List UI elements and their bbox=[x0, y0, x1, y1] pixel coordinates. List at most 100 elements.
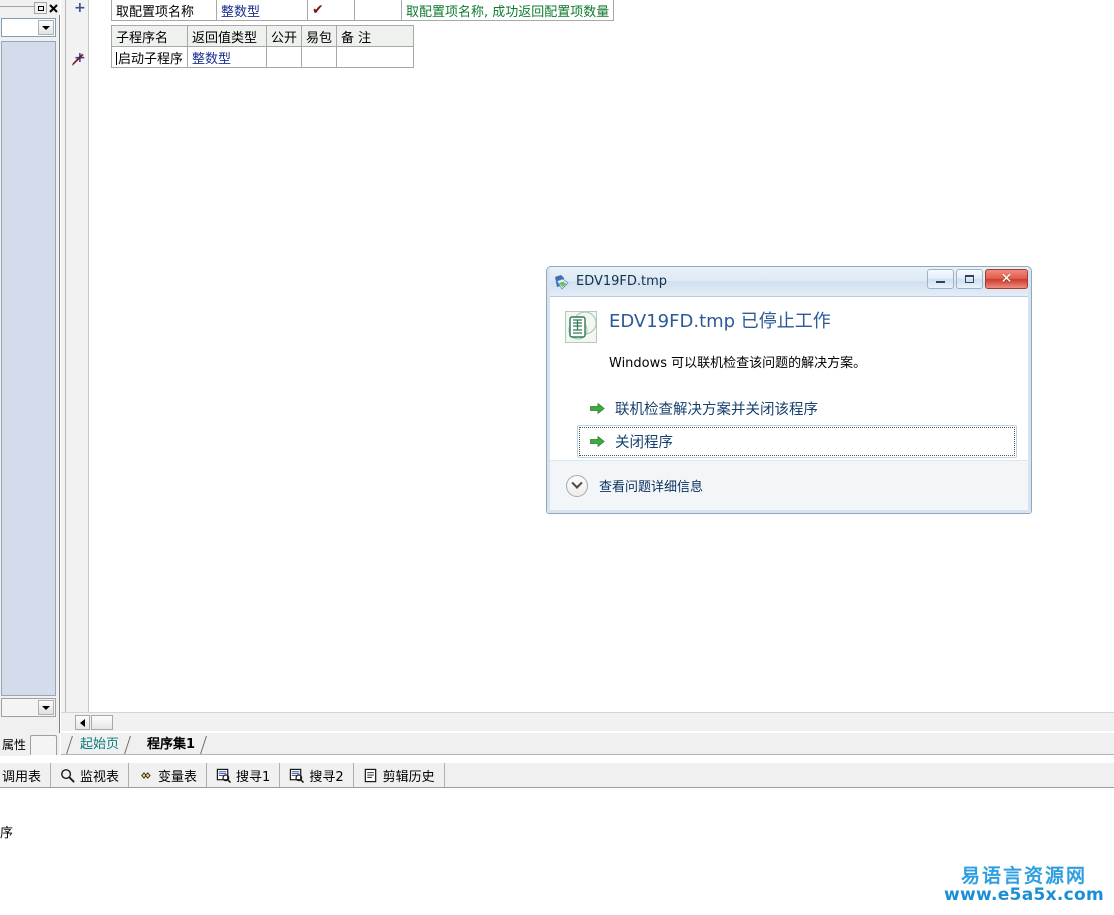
cell-subroutine-package[interactable] bbox=[301, 46, 338, 68]
text-caret bbox=[116, 51, 117, 65]
tool-watch-table[interactable]: 监视表 bbox=[51, 763, 130, 787]
green-arrow-icon bbox=[590, 436, 605, 447]
interface-definition-table[interactable]: 取配置项名称 整数型 ✔ 取配置项名称, 成功返回配置项数量 bbox=[111, 0, 615, 21]
tool-search-2[interactable]: 搜寻2 bbox=[280, 763, 354, 787]
scroll-left-button[interactable] bbox=[75, 715, 90, 730]
watermark-chinese: 易语言资源网 bbox=[961, 865, 1088, 888]
cell-subroutine-return-type[interactable]: 整数型 bbox=[187, 46, 268, 68]
panel-close-button[interactable] bbox=[47, 2, 60, 14]
property-grid[interactable] bbox=[1, 41, 56, 696]
tab-start-page[interactable]: 起始页 bbox=[66, 735, 131, 754]
header-comment: 备 注 bbox=[336, 25, 415, 47]
chevron-down-icon[interactable] bbox=[38, 20, 54, 35]
header-return-type: 返回值类型 bbox=[187, 25, 268, 47]
maximize-icon bbox=[965, 275, 974, 283]
table-header-row: 子程序名 返回值类型 公开 易包 备 注 bbox=[110, 25, 415, 47]
gutter-divider bbox=[65, 0, 66, 712]
table-row[interactable]: 启动子程序 整数型 bbox=[110, 46, 415, 68]
tab-program-set-1-label: 程序集1 bbox=[147, 737, 196, 752]
green-arrow-icon bbox=[590, 403, 605, 414]
bottom-tool-strip: 调用表 监视表 变量表 搜寻1 搜寻2 剪辑历史 bbox=[0, 762, 1114, 788]
property-object-selector[interactable] bbox=[1, 18, 56, 37]
minimize-icon bbox=[936, 281, 945, 283]
crash-dialog-body: EDV19FD.tmp 已停止工作 Windows 可以联机检查该问题的解决方案… bbox=[547, 297, 1031, 459]
maximize-button[interactable] bbox=[956, 269, 983, 289]
cell-subroutine-public[interactable] bbox=[266, 46, 303, 68]
action-close-program-label: 关闭程序 bbox=[615, 435, 673, 451]
tab-right-edge bbox=[200, 736, 207, 754]
close-button[interactable]: ✕ bbox=[985, 269, 1028, 289]
crash-actions: 联机检查解决方案并关闭该程序 关闭程序 bbox=[577, 392, 1017, 458]
close-icon bbox=[49, 3, 58, 13]
tool-variable-table[interactable]: 变量表 bbox=[129, 763, 208, 787]
action-close-program[interactable]: 关闭程序 bbox=[577, 425, 1017, 458]
properties-panel bbox=[0, 0, 60, 733]
watermark: 易语言资源网 www.e5a5x.com bbox=[944, 865, 1104, 906]
properties-tabstrip: 属性 bbox=[0, 733, 60, 756]
tab-program-set-1[interactable]: 程序集1 bbox=[135, 735, 207, 754]
table-row[interactable]: 取配置项名称 整数型 ✔ 取配置项名称, 成功返回配置项数量 bbox=[111, 0, 615, 21]
crash-dialog-titlebar[interactable]: EDV19FD.tmp ✕ bbox=[547, 267, 1031, 297]
magnifier-icon bbox=[61, 768, 75, 783]
tool-watch-table-label: 监视表 bbox=[80, 769, 120, 785]
header-subroutine-name: 子程序名 bbox=[110, 25, 189, 47]
header-package: 易包 bbox=[301, 25, 338, 47]
output-text: 序 bbox=[0, 826, 14, 841]
horizontal-scrollbar[interactable] bbox=[61, 712, 1114, 731]
code-gutter: + + bbox=[61, 0, 89, 712]
tool-call-table[interactable]: 调用表 bbox=[0, 763, 52, 787]
search-window-icon bbox=[290, 768, 305, 783]
crash-dialog-footer[interactable]: 查看问题详细信息 bbox=[550, 460, 1028, 510]
tool-search-1[interactable]: 搜寻1 bbox=[207, 763, 281, 787]
crash-headline: EDV19FD.tmp 已停止工作 bbox=[609, 311, 831, 332]
sidebar-tab-blank[interactable] bbox=[30, 735, 57, 755]
cell-command-name[interactable]: 取配置项名称 bbox=[111, 0, 217, 21]
sidebar-tab-properties[interactable]: 属性 bbox=[0, 735, 30, 756]
tab-right-edge bbox=[124, 736, 131, 754]
tab-start-page-label: 起始页 bbox=[80, 737, 120, 752]
pencil-edit-icon bbox=[72, 53, 84, 66]
header-public: 公开 bbox=[266, 25, 303, 47]
cell-comment[interactable]: 取配置项名称, 成功返回配置项数量 bbox=[400, 0, 615, 21]
window-controls: ✕ bbox=[927, 269, 1028, 289]
cell-subroutine-name-text: 启动子程序 bbox=[118, 51, 184, 67]
subroutine-table[interactable]: 子程序名 返回值类型 公开 易包 备 注 启动子程序 整数型 bbox=[110, 25, 415, 68]
tab-left-edge bbox=[66, 736, 73, 754]
crash-subtext: Windows 可以联机检查该问题的解决方案。 bbox=[609, 356, 867, 371]
diamonds-icon bbox=[141, 771, 151, 779]
cell-public-check[interactable]: ✔ bbox=[307, 0, 355, 21]
crash-dialog[interactable]: EDV19FD.tmp ✕ EDV19FD.tmp 已停止工作 Windows … bbox=[546, 266, 1032, 514]
epl-app-icon bbox=[565, 311, 597, 343]
watermark-url: www.e5a5x.com bbox=[944, 885, 1104, 906]
tool-search-2-label: 搜寻2 bbox=[309, 769, 344, 785]
tool-clip-history[interactable]: 剪辑历史 bbox=[354, 763, 445, 787]
cell-subroutine-comment[interactable] bbox=[336, 46, 415, 68]
properties-panel-titlebar bbox=[0, 0, 60, 15]
panel-restore-button[interactable] bbox=[34, 2, 47, 14]
tool-clip-history-label: 剪辑历史 bbox=[382, 769, 435, 785]
chevron-down-icon[interactable] bbox=[566, 474, 588, 497]
tool-variable-table-label: 变量表 bbox=[158, 769, 198, 785]
property-value-selector[interactable] bbox=[1, 698, 56, 717]
view-problem-details-label: 查看问题详细信息 bbox=[599, 480, 704, 495]
crash-dialog-title: EDV19FD.tmp bbox=[576, 274, 668, 289]
chevron-down-icon[interactable] bbox=[38, 700, 54, 715]
cell-return-type[interactable]: 整数型 bbox=[216, 0, 308, 21]
cell-package[interactable] bbox=[354, 0, 402, 21]
clipboard-icon bbox=[364, 768, 376, 782]
tool-call-table-label: 调用表 bbox=[2, 769, 42, 785]
tool-search-1-label: 搜寻1 bbox=[236, 769, 271, 785]
restore-icon bbox=[37, 5, 44, 11]
action-check-online-and-close[interactable]: 联机检查解决方案并关闭该程序 bbox=[577, 392, 1017, 425]
cell-subroutine-name[interactable]: 启动子程序 bbox=[110, 46, 189, 68]
document-tabbar: 起始页 程序集1 bbox=[61, 733, 1114, 755]
scrollbar-thumb[interactable] bbox=[91, 715, 113, 730]
crash-headline-row: EDV19FD.tmp 已停止工作 bbox=[561, 309, 1017, 343]
titlebar-divider bbox=[0, 6, 34, 7]
app-window-icon bbox=[555, 274, 569, 290]
minimize-button[interactable] bbox=[927, 269, 954, 289]
close-icon: ✕ bbox=[1000, 271, 1013, 287]
action-check-online-label: 联机检查解决方案并关闭该程序 bbox=[615, 402, 818, 418]
expand-marker-interface[interactable]: + bbox=[74, 1, 86, 15]
search-window-icon bbox=[216, 768, 231, 783]
